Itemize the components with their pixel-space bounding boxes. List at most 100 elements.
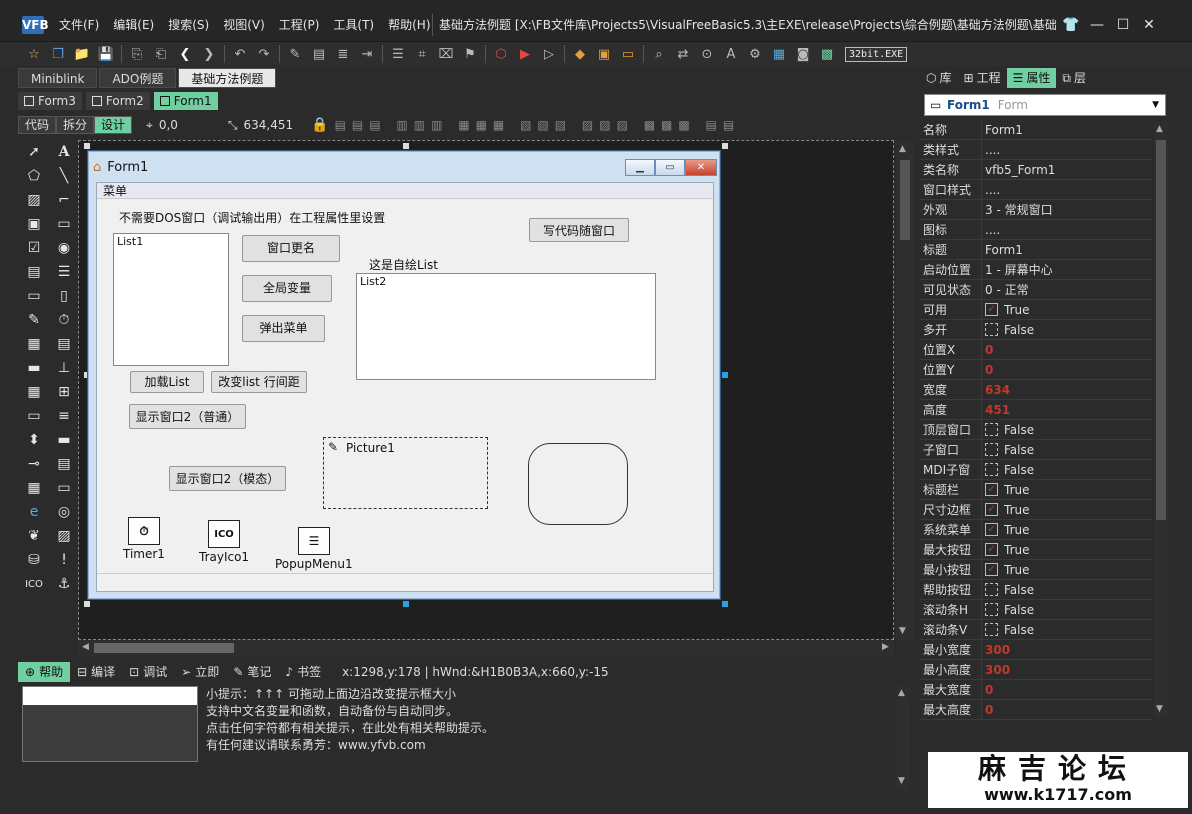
property-row[interactable]: 子窗口 False <box>920 439 1152 460</box>
tab-ado[interactable]: ADO例题 <box>99 68 177 88</box>
lock-icon[interactable]: 🔒 <box>311 117 328 133</box>
menu-view[interactable]: 视图(V) <box>216 14 272 36</box>
tab-notes[interactable]: ✎ 笔记 <box>226 662 278 682</box>
property-value[interactable]: 451 <box>982 403 1010 417</box>
comment-icon[interactable]: ⌗ <box>410 43 434 65</box>
form-minimize-button[interactable]: ▁ <box>625 158 655 176</box>
property-value[interactable]: 0 <box>982 343 993 357</box>
edit-icon[interactable]: ✎ <box>283 43 307 65</box>
property-row[interactable]: 可用 ✓ True <box>920 299 1152 320</box>
menu-tools[interactable]: 工具(T) <box>326 14 381 36</box>
find-icon[interactable]: ⊙ <box>695 43 719 65</box>
grid-tool-icon[interactable]: ▦ <box>21 380 47 404</box>
star-icon[interactable]: ☆ <box>22 43 46 65</box>
button-tool-icon[interactable]: ▭ <box>51 212 77 236</box>
property-row[interactable]: 图标.... <box>920 219 1152 240</box>
label-tool-icon[interactable]: A <box>51 140 77 164</box>
save-icon[interactable]: 💾 <box>94 43 118 65</box>
property-value[interactable]: ✓ True <box>982 503 1030 517</box>
scroll-down-icon[interactable]: ▼ <box>898 776 905 786</box>
tabcontrol-tool-icon[interactable]: ▭ <box>51 476 77 500</box>
richtext-tool-icon[interactable]: ▦ <box>21 332 47 356</box>
tab-layers[interactable]: ⧉ 层 <box>1056 68 1092 88</box>
tab-basic-methods[interactable]: 基础方法例题 <box>178 68 277 88</box>
follow-window-button[interactable]: 写代码随窗口 <box>529 218 629 242</box>
property-row[interactable]: 类样式.... <box>920 139 1152 160</box>
text-tool-icon[interactable]: ≡ <box>51 404 77 428</box>
load-list-button[interactable]: 加载List <box>130 371 204 393</box>
property-row[interactable]: 可见状态 0 - 正常 <box>920 279 1152 300</box>
property-value[interactable]: 300 <box>982 663 1010 677</box>
resize-handle[interactable] <box>403 601 409 607</box>
ie-browser-icon[interactable]: e <box>21 500 47 524</box>
anchor-tool-icon[interactable]: ⚓ <box>51 572 77 596</box>
property-row[interactable]: 启动位置 1 - 屏幕中心 <box>920 259 1152 280</box>
popup-menu-button[interactable]: 弹出菜单 <box>242 315 325 342</box>
open-folder-icon[interactable]: 📁 <box>70 43 94 65</box>
pen-tool-icon[interactable]: ✎ <box>21 308 47 332</box>
indent-icon[interactable]: ⇥ <box>355 43 379 65</box>
back-icon[interactable]: ❮ <box>173 43 197 65</box>
folder-tool-icon[interactable]: ▭ <box>21 404 47 428</box>
resize-handle[interactable] <box>722 372 728 378</box>
camera-icon[interactable]: ◙ <box>791 43 815 65</box>
help-search-input[interactable] <box>23 687 197 705</box>
scroll-thumb[interactable] <box>1156 140 1166 520</box>
form-window[interactable]: ⌂ Form1 ▁ ▭ ✕ 菜单 不需要DOS窗口（调试输出用）在工程属性里设置… <box>88 151 720 599</box>
chip-icon[interactable]: ▩ <box>815 43 839 65</box>
property-value[interactable]: Form1 <box>982 123 1023 137</box>
property-row[interactable]: 外观 3 - 常规窗口 <box>920 199 1152 220</box>
property-row[interactable]: 最大宽度 0 <box>920 679 1152 700</box>
layers-icon[interactable]: ◆ <box>568 43 592 65</box>
unchecked-box-icon[interactable] <box>985 443 998 456</box>
unchecked-box-icon[interactable] <box>985 583 998 596</box>
trackbar-tool-icon[interactable]: ⊸ <box>21 452 47 476</box>
property-value[interactable]: False <box>982 603 1034 617</box>
mode-design-button[interactable]: 设计 <box>94 116 133 134</box>
copy-icon[interactable]: ⎘ <box>125 43 149 65</box>
uncomment-icon[interactable]: ⌧ <box>434 43 458 65</box>
tab-bookmarks[interactable]: ♪ 书签 <box>278 662 328 682</box>
property-value[interactable]: False <box>982 443 1034 457</box>
property-row[interactable]: 多开 False <box>920 319 1152 340</box>
property-value[interactable]: False <box>982 623 1034 637</box>
property-row[interactable]: 系统菜单 ✓ True <box>920 519 1152 540</box>
change-spacing-button[interactable]: 改变list 行间距 <box>211 371 307 393</box>
bookmark-icon[interactable]: ⚑ <box>458 43 482 65</box>
settings-icon[interactable]: ⚙ <box>743 43 767 65</box>
property-value[interactable]: False <box>982 583 1034 597</box>
calendar-tool-icon[interactable]: ▤ <box>51 452 77 476</box>
resize-handle[interactable] <box>84 601 90 607</box>
property-row[interactable]: 类名称 vfb5_Form1 <box>920 159 1152 180</box>
tab-project[interactable]: ⊞ 工程 <box>958 68 1007 88</box>
unchecked-box-icon[interactable] <box>985 463 998 476</box>
combobox-tool-icon[interactable]: ▤ <box>21 260 47 284</box>
checked-box-icon[interactable]: ✓ <box>985 303 998 316</box>
new-project-icon[interactable]: ❐ <box>46 43 70 65</box>
property-row[interactable]: 滚动条H False <box>920 599 1152 620</box>
property-value[interactable]: vfb5_Form1 <box>982 163 1055 177</box>
redo-icon[interactable]: ↷ <box>252 43 276 65</box>
list-icon[interactable]: ≣ <box>331 43 355 65</box>
unchecked-box-icon[interactable] <box>985 323 998 336</box>
align-tools-icon[interactable]: ▤▤▤ ▥▥▥ ▦▦▦ ▧▧▧ ▨▨▨ ▩▩▩ ▤▤ <box>335 118 741 132</box>
image-icon[interactable]: ▣ <box>592 43 616 65</box>
textbox-tool-icon[interactable]: ▣ <box>21 212 47 236</box>
popupmenu-icon[interactable]: ☰ <box>298 527 330 555</box>
mode-code-button[interactable]: 代码 <box>18 116 57 134</box>
maximize-button[interactable]: ☐ <box>1110 14 1136 36</box>
undo-icon[interactable]: ↶ <box>228 43 252 65</box>
list-tool-icon[interactable]: ▤ <box>51 332 77 356</box>
replace-icon[interactable]: ⇄ <box>671 43 695 65</box>
picture-tool-icon[interactable]: ▨ <box>51 524 77 548</box>
tab-help[interactable]: ⊕ 帮助 <box>18 662 71 682</box>
property-row[interactable]: 最小高度 300 <box>920 659 1152 680</box>
scroll-down-icon[interactable]: ▼ <box>1156 704 1163 714</box>
groupbox-tool-icon[interactable]: ⌐ <box>51 188 77 212</box>
database-tool-icon[interactable]: ⛁ <box>21 548 47 572</box>
calc-icon[interactable]: ▦ <box>767 43 791 65</box>
property-value[interactable]: Form1 <box>982 243 1023 257</box>
resize-handle[interactable] <box>403 143 409 149</box>
canvas-vertical-scrollbar[interactable]: ▲ ▼ <box>896 140 914 640</box>
form-menu-bar[interactable]: 菜单 <box>97 183 713 199</box>
